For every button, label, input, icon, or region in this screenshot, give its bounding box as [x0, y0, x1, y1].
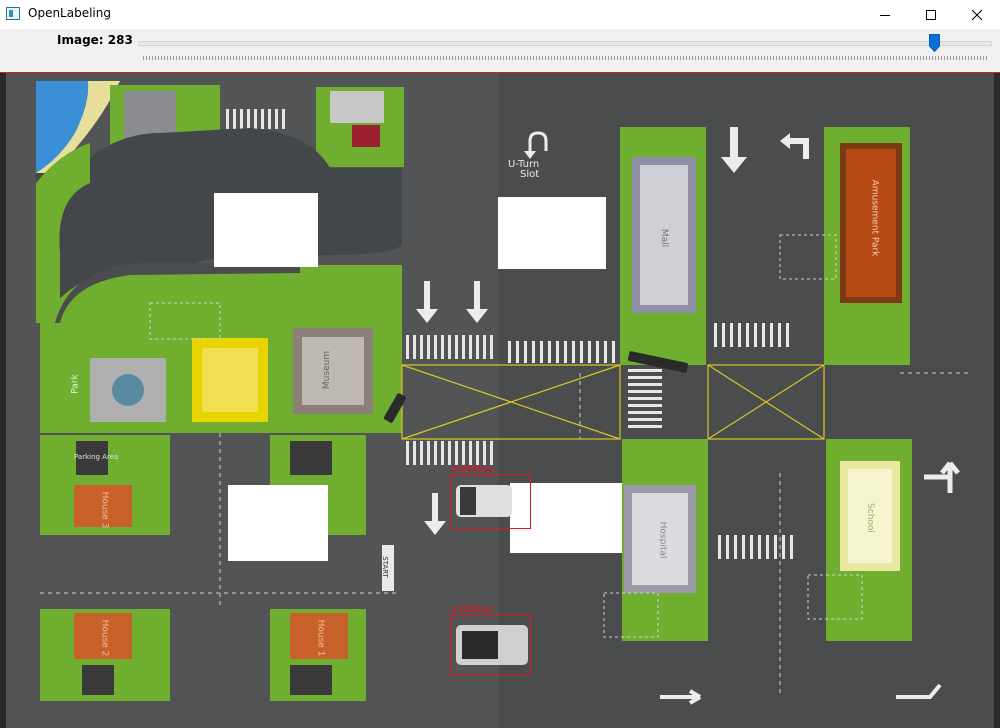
- start-label: START: [380, 556, 389, 578]
- window-title: OpenLabeling: [28, 6, 111, 20]
- bounding-box[interactable]: sidebay: [450, 602, 531, 676]
- parking-area-label: Parking Area: [74, 453, 119, 461]
- mall-label: Mall: [659, 228, 670, 248]
- slider-ticks: [143, 56, 989, 60]
- minimize-button[interactable]: [862, 0, 908, 29]
- image-index-label: Image: 283: [57, 33, 133, 47]
- app-icon: [6, 7, 20, 20]
- museum-label: Museum: [322, 350, 333, 390]
- maximize-button[interactable]: [908, 0, 954, 29]
- amusement-park-label: Amusement Park: [869, 179, 880, 257]
- image-canvas[interactable]: U-Turn Slot Mall Amusement Park Museum S…: [0, 72, 1000, 728]
- image-slider-thumb[interactable]: [928, 34, 940, 52]
- image-trackbar-panel: Image: 283: [0, 29, 1000, 72]
- park-label: Park: [70, 374, 81, 394]
- hospital-label: Hospital: [657, 521, 668, 559]
- title-bar: OpenLabeling: [0, 0, 1000, 29]
- close-button[interactable]: [954, 0, 1000, 29]
- house-2-label: House 2: [99, 619, 110, 657]
- school-label: School: [864, 503, 875, 533]
- bounding-box[interactable]: sidebay: [450, 462, 531, 529]
- slot-label: Slot: [520, 169, 540, 180]
- house-1-label: House 1: [315, 619, 326, 657]
- house-3-label: House 3: [99, 491, 110, 529]
- image-slider-track[interactable]: [138, 41, 992, 46]
- bbox-class-label: sidebay: [451, 602, 494, 615]
- minimize-icon: [880, 14, 890, 16]
- bbox-class-label: sidebay: [451, 462, 494, 475]
- close-icon: [971, 9, 983, 20]
- maximize-icon: [926, 9, 936, 20]
